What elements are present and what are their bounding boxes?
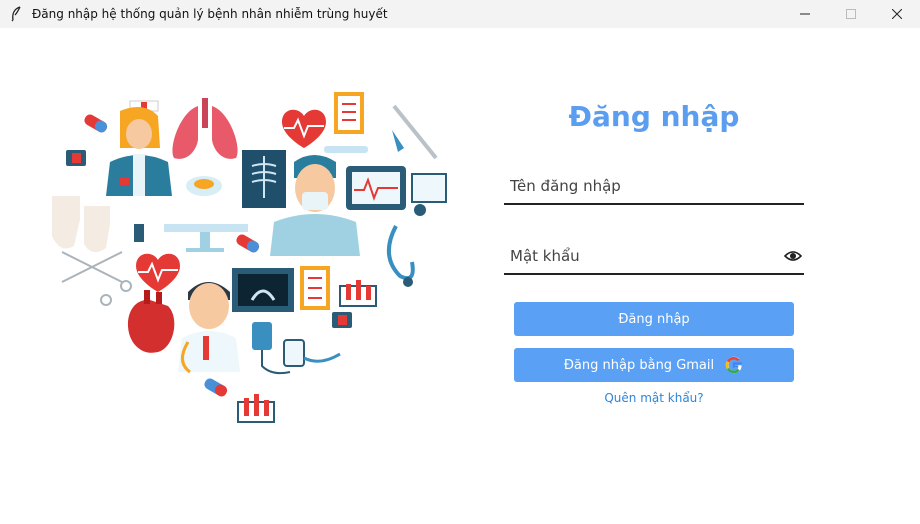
clipboard-icon-2: [300, 266, 330, 310]
nurse-icon: [106, 100, 172, 196]
doctor-icon: [178, 282, 240, 374]
feather-icon: [8, 6, 24, 22]
username-input[interactable]: [504, 171, 780, 201]
test-tubes-icon-2: [237, 394, 275, 423]
login-button-label: Đăng nhập: [618, 311, 690, 327]
test-tubes-icon: [339, 280, 377, 307]
blood-pressure-icon: [411, 173, 447, 216]
anatomical-heart-icon: [127, 290, 175, 353]
gmail-login-button[interactable]: Đăng nhập bằng Gmail: [514, 348, 794, 382]
maximize-button[interactable]: [828, 0, 874, 28]
xray-icon: [242, 150, 286, 208]
password-field[interactable]: [504, 241, 804, 275]
maximize-icon: [846, 9, 856, 19]
patient-monitor-icon: [346, 166, 406, 210]
surgical-scissors-icon: [61, 251, 132, 306]
login-heading: Đăng nhập: [568, 100, 740, 133]
glucometer-icon: [283, 339, 341, 367]
window-controls: [782, 0, 920, 28]
pill-icon-2: [236, 234, 260, 253]
title-bar: Đăng nhập hệ thống quản lý bệnh nhân nhi…: [0, 0, 920, 28]
gloves-icon: [52, 196, 110, 253]
window-title: Đăng nhập hệ thống quản lý bệnh nhân nhi…: [32, 7, 388, 21]
close-icon: [892, 9, 902, 19]
clipboard-icon: [334, 92, 364, 134]
gmail-button-label: Đăng nhập bằng Gmail: [563, 357, 715, 373]
minimize-button[interactable]: [782, 0, 828, 28]
password-input[interactable]: [504, 241, 780, 271]
lungs-icon: [172, 98, 238, 159]
close-button[interactable]: [874, 0, 920, 28]
stethoscope-icon: [387, 225, 415, 287]
surgical-lamp-icon: [186, 176, 222, 196]
username-field[interactable]: [504, 171, 804, 205]
hospital-bed-icon: [164, 224, 248, 252]
google-icon: [724, 355, 744, 375]
pill-icon: [84, 114, 108, 133]
pill-icon-3: [204, 378, 228, 397]
thermometer-icon: [324, 146, 368, 153]
forgot-password-link[interactable]: Quên mật khẩu?: [514, 391, 794, 405]
medical-heart-illustration: [40, 86, 470, 436]
syringe-icon: [134, 224, 144, 242]
heart-rate-icon: [282, 109, 326, 148]
eye-icon[interactable]: [783, 247, 803, 265]
login-button[interactable]: Đăng nhập: [514, 302, 794, 336]
heartbeat-icon: [136, 253, 180, 292]
ultrasound-icon: [232, 268, 294, 312]
minimize-icon: [800, 13, 810, 15]
